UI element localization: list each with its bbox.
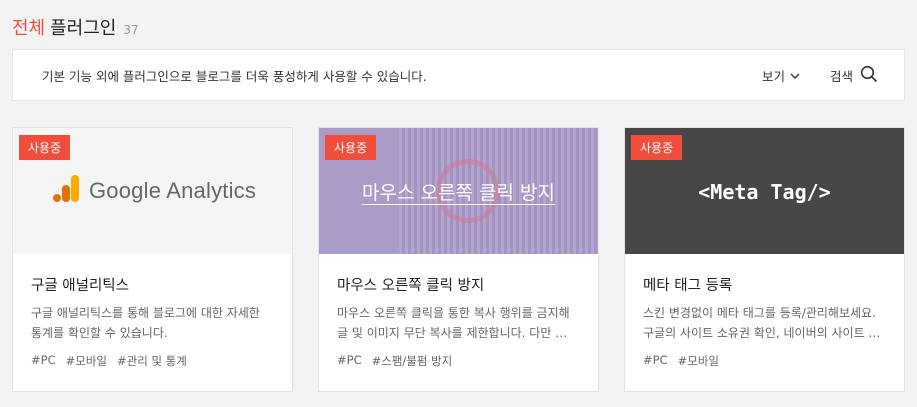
card-thumbnail: 사용중 Google Analytics [13,128,292,254]
info-bar: 기본 기능 외에 플러그인으로 블로그를 더욱 풍성하게 사용할 수 있습니다.… [12,49,905,101]
in-use-badge: 사용중 [631,135,683,160]
tag-management-stats[interactable]: #관리 및 통계 [117,353,187,369]
in-use-badge: 사용중 [325,135,377,160]
card-description: 구글 애널리틱스를 통해 블로그에 대한 자세한 통계를 확인할 수 있습니다. [31,306,260,340]
page-title-main: 플러그인 [50,18,117,39]
tag-mobile[interactable]: #모바일 [678,353,719,369]
chevron-down-icon [790,68,800,83]
search-icon [860,65,878,86]
card-title: 메타 태그 등록 [643,278,733,294]
google-analytics-logo: Google Analytics [53,175,256,206]
tag-pc[interactable]: #PC [643,353,668,369]
view-button[interactable]: 보기 [762,66,800,85]
card-tags: #PC #모바일 [643,353,886,369]
plugin-card-google-analytics[interactable]: 사용중 Google Analytics 구글 애널리틱스 구글 애널리틱스를 … [12,127,293,392]
card-description: 마우스 오른쪽 클릭을 통한 복사 행위를 금지해 글 및 이미지 무단 복사를… [337,306,570,340]
tag-pc[interactable]: #PC [31,353,56,369]
card-tags: #PC #스팸/불펌 방지 [337,353,580,369]
view-label: 보기 [761,68,785,84]
thumbnail-text: <Meta Tag/> [698,180,831,204]
card-title: 구글 애널리틱스 [31,278,129,294]
google-analytics-logo-text: Google Analytics [89,177,257,203]
card-thumbnail: 사용중 마우스 오른쪽 클릭 방지 [319,128,598,254]
plugin-card-meta-tag[interactable]: 사용중 <Meta Tag/> 메타 태그 등록 스킨 변경없이 메타 태그를 … [624,127,905,392]
plugin-card-right-click-block[interactable]: 사용중 마우스 오른쪽 클릭 방지 마우스 오른쪽 클릭 방지 마우스 오른쪽 … [318,127,599,392]
search-label: 검색 [829,68,853,84]
in-use-badge: 사용중 [19,135,71,160]
tag-mobile[interactable]: #모바일 [66,353,107,369]
info-description: 기본 기능 외에 플러그인으로 블로그를 더욱 풍성하게 사용할 수 있습니다. [42,68,427,84]
search-button[interactable]: 검색 [830,65,878,86]
page-title-accent: 전체 [12,18,46,39]
tag-spam-block[interactable]: #스팸/불펌 방지 [372,353,453,369]
thumbnail-text: 마우스 오른쪽 클릭 방지 [362,182,555,204]
card-description: 스킨 변경없이 메타 태그를 등록/관리해보세요. 구글의 사이트 소유권 확인… [643,306,881,340]
card-title: 마우스 오른쪽 클릭 방지 [337,278,485,294]
card-tags: #PC #모바일 #관리 및 통계 [31,353,274,369]
tag-pc[interactable]: #PC [337,353,362,369]
page-title: 전체 플러그인 37 [12,14,139,40]
google-analytics-logo-icon [53,175,80,206]
plugin-count: 37 [123,23,139,37]
card-thumbnail: 사용중 <Meta Tag/> [625,128,904,254]
